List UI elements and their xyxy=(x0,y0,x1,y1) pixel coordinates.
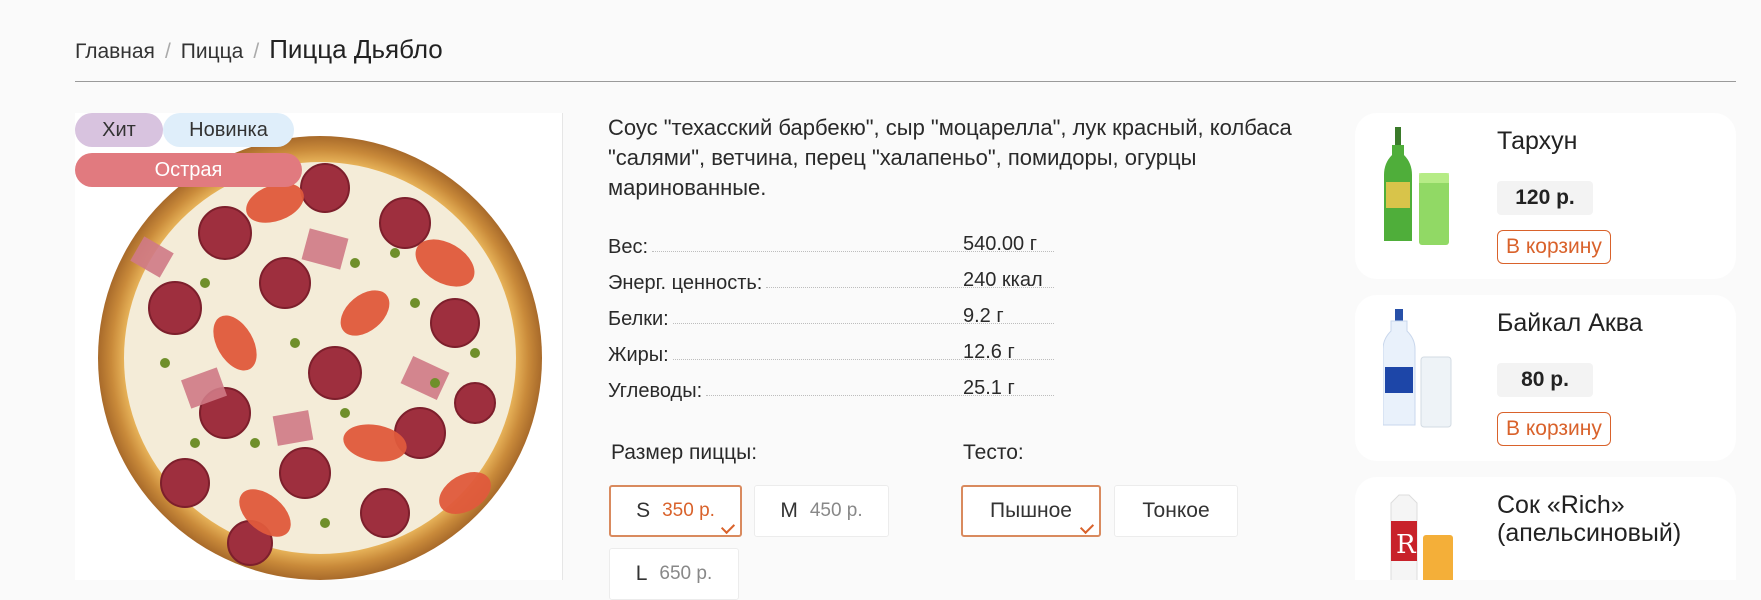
recommendation-card[interactable]: Тархун 120 р. В корзину xyxy=(1355,113,1736,279)
check-icon xyxy=(720,519,736,535)
breadcrumb-separator: / xyxy=(253,40,260,63)
breadcrumb-category-link[interactable]: Пицца xyxy=(181,40,244,64)
recommendation-name: Тархун xyxy=(1497,127,1578,155)
breadcrumb: Главная / Пицца / Пицца Дьябло xyxy=(75,34,443,65)
size-label: S xyxy=(636,499,651,522)
dough-label: Тонкое xyxy=(1142,499,1210,522)
juice-pack-icon: R xyxy=(1390,494,1453,580)
badge-hit: Хит xyxy=(75,113,163,147)
recommendation-price: 80 р. xyxy=(1497,363,1593,397)
nutrition-value: 25.1 г xyxy=(963,377,1015,399)
recommendation-name: Байкал Аква xyxy=(1497,309,1643,337)
nutrition-label: Вес: xyxy=(608,236,649,258)
add-to-cart-button[interactable]: В корзину xyxy=(1497,412,1611,446)
breadcrumb-home-link[interactable]: Главная xyxy=(75,40,155,64)
nutrition-value: 12.6 г xyxy=(963,341,1015,363)
size-label: M xyxy=(780,499,798,522)
nutrition-label: Жиры: xyxy=(608,344,669,366)
dough-option-thin[interactable]: Тонкое xyxy=(1114,485,1238,537)
size-label: L xyxy=(635,562,648,585)
add-to-cart-button[interactable]: В корзину xyxy=(1497,230,1611,264)
size-price: 350 р. xyxy=(662,500,715,521)
size-price: 450 р. xyxy=(809,500,863,521)
nutrition-value: 9.2 г xyxy=(963,305,1004,327)
recommendation-card[interactable]: R Сок «Rich» (апельсиновый) xyxy=(1355,477,1736,580)
nutrition-value: 540.00 г xyxy=(963,233,1038,255)
svg-text:R: R xyxy=(1396,530,1417,560)
nutrition-label: Энерг. ценность: xyxy=(608,272,763,294)
product-description: Соус "техасский барбекю", сыр "моцарелла… xyxy=(608,115,1292,200)
size-option-m[interactable]: M 450 р. xyxy=(754,485,889,537)
size-option-l[interactable]: L 650 р. xyxy=(609,548,739,600)
water-bottle-icon xyxy=(1383,309,1452,428)
recommendation-name: Сок «Rich» (апельсиновый) xyxy=(1497,491,1682,547)
size-option-s[interactable]: S 350 р. xyxy=(609,485,742,537)
recommendation-card[interactable]: Байкал Аква 80 р. В корзину xyxy=(1355,295,1736,461)
header-divider xyxy=(75,81,1736,82)
dough-title: Тесто: xyxy=(963,441,1024,464)
badge-hot: Острая xyxy=(75,153,302,187)
nutrition-label: Белки: xyxy=(608,308,669,330)
page-title: Пицца Дьябло xyxy=(269,34,443,64)
nutrition-value: 240 ккал xyxy=(963,269,1043,291)
recommendation-price: 120 р. xyxy=(1497,181,1593,215)
size-title: Размер пиццы: xyxy=(611,441,758,464)
badge-new: Новинка xyxy=(163,113,294,147)
nutrition-label: Углеводы: xyxy=(608,380,703,402)
dough-label: Пышное xyxy=(990,499,1072,522)
breadcrumb-separator: / xyxy=(164,40,171,63)
dough-option-fluffy[interactable]: Пышное xyxy=(961,485,1101,537)
tarhun-bottle-icon xyxy=(1384,127,1449,245)
size-price: 650 р. xyxy=(659,563,713,584)
check-icon xyxy=(1079,519,1095,535)
